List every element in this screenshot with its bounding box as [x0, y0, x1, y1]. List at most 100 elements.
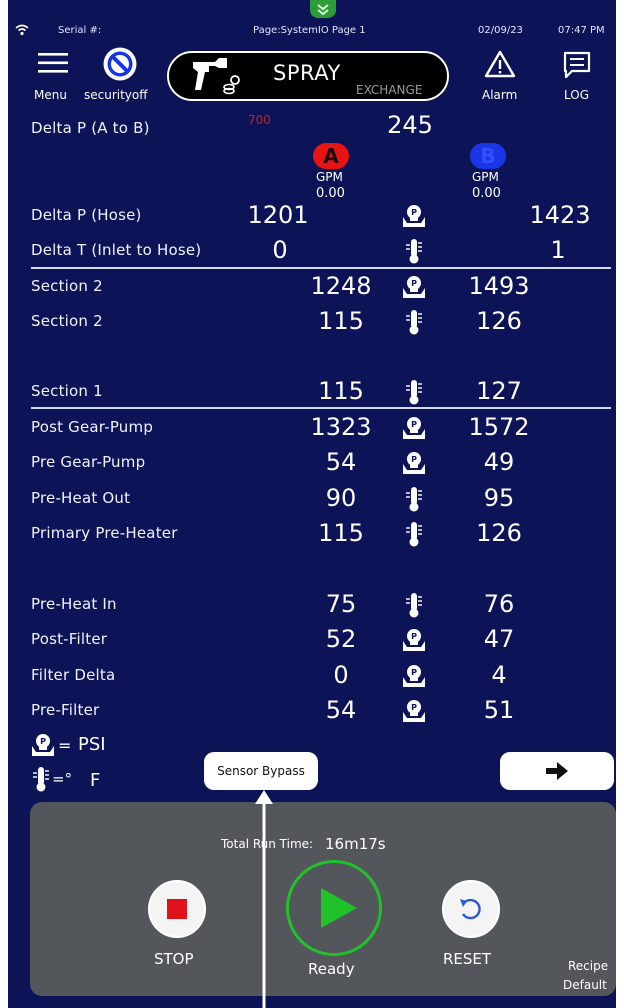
menu-button[interactable]: Menu [30, 52, 74, 104]
side-a-badge: A [313, 143, 349, 169]
legend-equals-psi: = [58, 736, 72, 755]
side-a-letter: A [323, 144, 339, 168]
arrow-right-icon [546, 762, 568, 780]
side-b-badge: B [470, 143, 506, 169]
hamburger-icon [38, 53, 68, 73]
thermometer-icon [405, 592, 423, 618]
side-b-value: 4 [491, 661, 507, 689]
thermometer-icon [405, 521, 423, 547]
row-label: Pre-Filter [31, 701, 100, 719]
menu-label: Menu [34, 88, 67, 102]
psi-unit-label: PSI [78, 734, 106, 755]
stop-square-icon [167, 899, 187, 919]
row-label: Primary Pre-Heater [31, 524, 178, 542]
pressure-icon [403, 700, 425, 722]
reset-button[interactable] [442, 880, 500, 938]
spray-title: SPRAY [273, 61, 341, 85]
pressure-icon [403, 629, 425, 651]
recipe-value[interactable]: Default [563, 978, 607, 992]
side-a-value: 52 [325, 625, 357, 653]
side-a-value: 54 [325, 448, 357, 476]
side-b-value: 47 [483, 625, 515, 653]
row-label: Section 2 [31, 312, 103, 330]
pressure-icon [403, 205, 425, 227]
sensor-bypass-label: Sensor Bypass [217, 764, 305, 778]
row-label: Pre-Heat In [31, 595, 117, 613]
row-label: Delta T (Inlet to Hose) [31, 241, 202, 259]
pressure-icon [403, 417, 425, 439]
app-screen: Serial #: Page:SystemIO Page 1 02/09/23 … [8, 0, 616, 1008]
run-time-value: 16m17s [325, 835, 386, 853]
side-b-value: 49 [483, 448, 515, 476]
sensor-bypass-button[interactable]: Sensor Bypass [204, 752, 318, 790]
side-a-value: 75 [325, 590, 357, 618]
legend-equals-deg: =° [52, 770, 73, 788]
alarm-label: Alarm [482, 88, 518, 102]
next-page-button[interactable] [500, 752, 614, 790]
row-label: Pre-Heat Out [31, 489, 131, 507]
delta-ab-label: Delta P (A to B) [31, 119, 150, 137]
pressure-icon [403, 276, 425, 298]
side-b-value: 126 [476, 307, 522, 335]
row-label: Post-Filter [31, 630, 108, 648]
side-a-value: 115 [318, 307, 364, 335]
section-divider-2 [31, 407, 611, 409]
log-label: LOG [564, 88, 590, 102]
recipe-label: Recipe [568, 959, 609, 973]
spray-exchange-button[interactable]: SPRAY EXCHANGE [167, 51, 449, 101]
thermometer-icon [405, 238, 423, 264]
row-label: Delta P (Hose) [31, 206, 142, 224]
side-a-value: 0 [272, 236, 288, 264]
spray-gun-icon [193, 58, 240, 95]
wifi-icon [15, 24, 29, 36]
annotation-arrow [255, 790, 273, 1008]
section-divider-1 [31, 267, 611, 269]
control-panel: Total Run Time: 16m17s STOP Ready RESET … [30, 802, 616, 996]
temperature-legend-icon [32, 766, 50, 792]
date-display: 02/09/23 [478, 25, 523, 36]
page-label: Page:SystemIO Page 1 [253, 25, 366, 36]
side-b-value: 126 [476, 519, 522, 547]
reset-arrow-icon [460, 898, 481, 920]
side-a-value: 90 [325, 484, 357, 512]
thermometer-icon [405, 379, 423, 405]
stop-button[interactable] [148, 880, 206, 938]
delta-ab-value: 245 [387, 111, 433, 139]
side-a-value: 0 [333, 661, 349, 689]
pull-down-handle[interactable] [310, 0, 336, 18]
side-a-gpm-unit: GPM [316, 170, 343, 184]
exchange-subtitle: EXCHANGE [356, 83, 423, 97]
row-label: Post Gear-Pump [31, 418, 154, 436]
row-label: Filter Delta [31, 666, 116, 684]
thermometer-icon [405, 309, 423, 335]
pressure-icon [403, 452, 425, 474]
security-button[interactable]: securityoff [80, 46, 160, 104]
alarm-button[interactable]: Alarm [476, 48, 526, 106]
side-a-gpm-value: 0.00 [316, 186, 345, 201]
delta-ab-setpoint[interactable]: 700 [248, 113, 271, 127]
row-label: Pre Gear-Pump [31, 453, 146, 471]
side-b-gpm-value: 0.00 [472, 186, 501, 201]
side-b-gpm-unit: GPM [472, 170, 499, 184]
side-a-value: 115 [318, 377, 364, 405]
side-b-value: 127 [476, 377, 522, 405]
side-a-value: 54 [325, 696, 357, 724]
row-label: Section 1 [31, 382, 103, 400]
side-a-value: 115 [318, 519, 364, 547]
reset-label: RESET [443, 950, 492, 968]
side-b-value: 51 [483, 696, 515, 724]
side-b-value: 1493 [468, 272, 530, 300]
side-a-value: 1201 [247, 201, 309, 229]
log-button[interactable]: LOG [558, 48, 598, 106]
security-label: securityoff [84, 88, 148, 102]
warning-triangle-icon [484, 50, 516, 78]
side-b-value: 1572 [468, 413, 530, 441]
thermometer-icon [405, 486, 423, 512]
start-ready-button[interactable] [286, 860, 382, 956]
pressure-legend-icon [32, 734, 54, 756]
side-b-letter: B [480, 144, 496, 168]
side-b-value: 95 [483, 484, 515, 512]
no-entry-icon [103, 47, 137, 81]
side-b-value: 1423 [529, 201, 591, 229]
message-log-icon [563, 51, 591, 79]
